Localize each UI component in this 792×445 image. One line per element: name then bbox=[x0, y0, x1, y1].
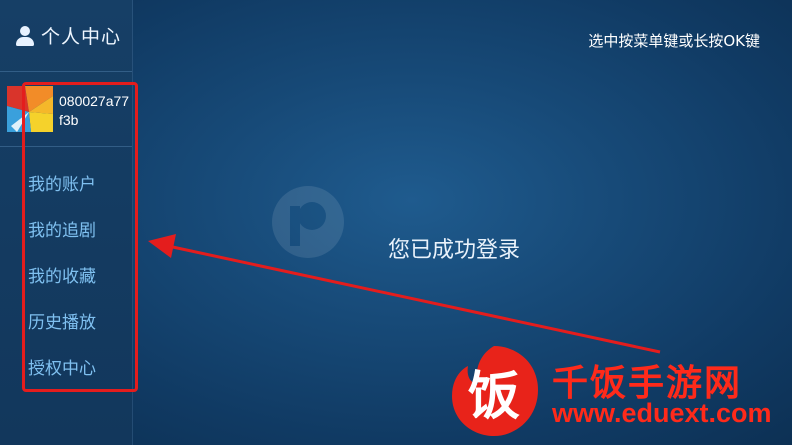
brand-url: www.eduext.com bbox=[552, 398, 772, 428]
brand-logo-icon: 饭 bbox=[452, 346, 538, 436]
brand-logo-char: 饭 bbox=[468, 367, 520, 427]
watermark-brand: 饭 千饭手游网 www.eduext.com bbox=[444, 340, 784, 440]
